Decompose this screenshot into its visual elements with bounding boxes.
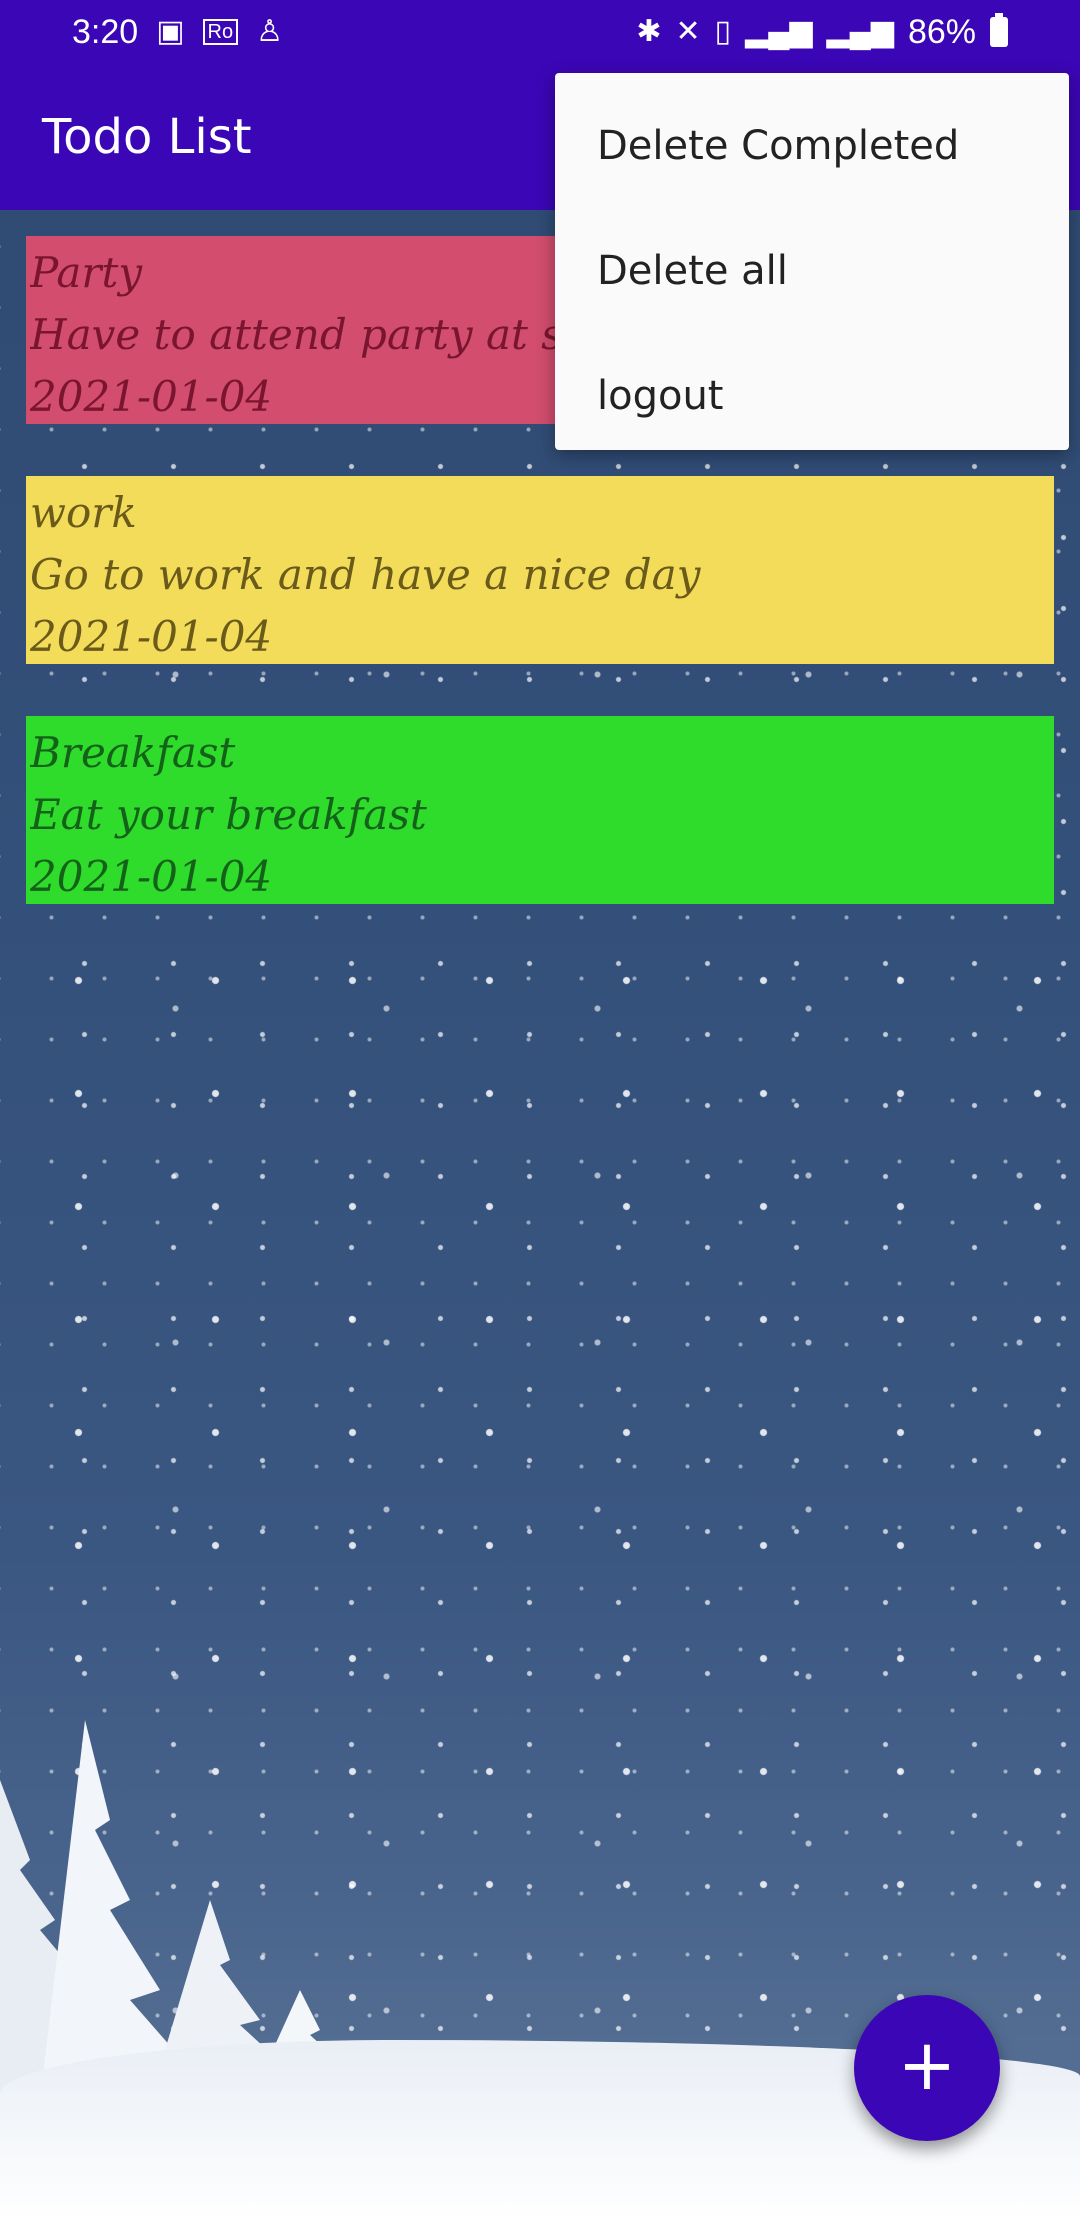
add-icon: + xyxy=(897,2024,957,2106)
todo-date: 2021-01-04 xyxy=(30,852,273,901)
todo-description: Eat your breakfast xyxy=(30,790,427,839)
battery-icon xyxy=(990,13,1008,47)
ro-icon: Ro xyxy=(202,19,239,45)
todo-title: Breakfast xyxy=(30,728,236,777)
overflow-menu: Delete Completed Delete all logout xyxy=(555,73,1069,450)
status-bar: 3:20 ▣ Ro ♙ ✱ ✕ ▯ ▂▄▆ ▂▄▆ 86% xyxy=(0,0,1080,64)
bluetooth-icon: ✱ xyxy=(636,15,662,48)
todo-card[interactable]: Breakfast Eat your breakfast 2021-01-04 xyxy=(26,716,1054,904)
image-icon: ▣ xyxy=(156,15,185,48)
signal-icon: ▂▄▆ xyxy=(745,15,813,48)
battery-percent: 86% xyxy=(907,12,976,51)
menu-item-logout[interactable]: logout xyxy=(555,333,1069,458)
mute-icon: ✕ xyxy=(675,15,701,48)
add-todo-button[interactable]: + xyxy=(854,1995,1000,2141)
todo-title: work xyxy=(30,488,137,537)
todo-card[interactable]: work Go to work and have a nice day 2021-0… xyxy=(26,476,1054,664)
page-title: Todo List xyxy=(42,109,252,165)
app-screen: 3:20 ▣ Ro ♙ ✱ ✕ ▯ ▂▄▆ ▂▄▆ 86% Todo List … xyxy=(0,0,1080,2220)
todo-date: 2021-01-04 xyxy=(30,612,273,661)
menu-item-delete-completed[interactable]: Delete Completed xyxy=(555,83,1069,208)
todo-description: Go to work and have a nice day xyxy=(30,550,701,599)
notification-figure-icon: ♙ xyxy=(256,15,284,48)
menu-item-delete-all[interactable]: Delete all xyxy=(555,208,1069,333)
signal-icon: ▂▄▆ xyxy=(826,15,894,48)
snowy-trees-decoration xyxy=(0,1720,420,2100)
battery-saver-icon: ▯ xyxy=(714,15,732,48)
status-time: 3:20 xyxy=(72,12,139,51)
